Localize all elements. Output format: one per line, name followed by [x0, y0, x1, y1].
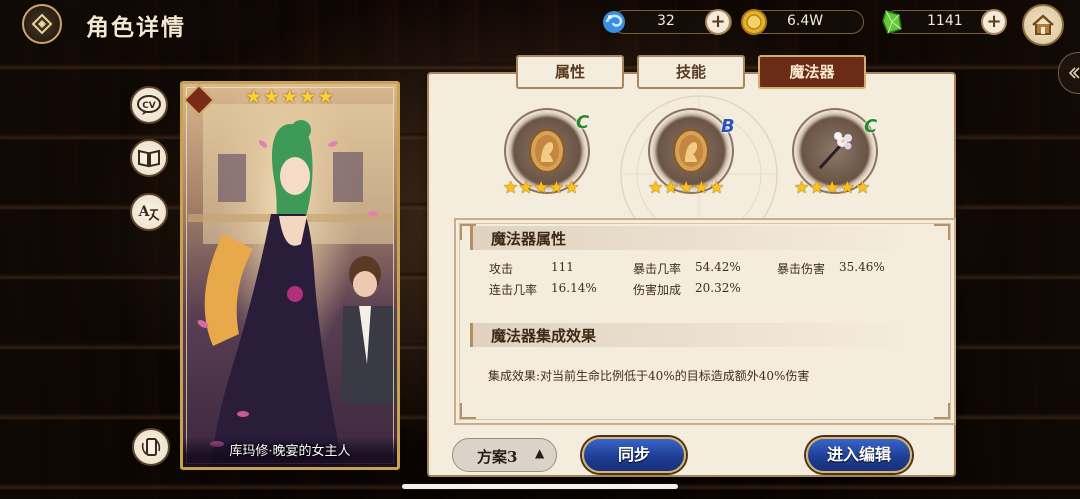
tab-attributes[interactable]: 属性 — [516, 55, 624, 89]
stat-label: 暴击几率 — [633, 262, 682, 276]
card-star-rating: ★★★★★ — [245, 86, 336, 108]
attributes-section-header: 魔法器属性 — [470, 226, 913, 250]
artifact-stars-1: ★★★★★ — [503, 178, 580, 198]
plan-select-dropdown[interactable]: 方案3 ▲ — [452, 438, 557, 472]
translate-icon: A — [138, 204, 160, 221]
double-chevron-left-icon — [1068, 67, 1080, 79]
rotate-view-button[interactable] — [132, 428, 170, 466]
top-bar: 角色详情 32 + 6.4W 1141 + — [0, 0, 1080, 48]
character-card[interactable]: ★★★★★ 库玛修·晚宴的女主人 — [180, 81, 400, 470]
set-effect-description: 集成效果:对当前生命比例低于40%的目标造成额外40%伤害 — [488, 369, 810, 383]
green-crystal-icon — [882, 10, 902, 34]
stat-value: 54.42% — [695, 260, 741, 274]
stat-label: 攻击 — [489, 262, 514, 276]
artifact-info-box: 魔法器属性 攻击 111 暴击几率 54.42% 暴击伤害 35.46% 连击几… — [454, 218, 956, 425]
tab-skills[interactable]: 技能 — [637, 55, 745, 89]
gold-cameo-icon — [529, 129, 565, 173]
tab-label: 技能 — [675, 63, 706, 81]
resource-blue-gem: 32 + — [603, 9, 732, 35]
back-button[interactable] — [22, 4, 62, 44]
artifact-grade-2: B — [721, 116, 735, 137]
resource-value: 32 — [657, 13, 675, 29]
frame-corner — [460, 403, 476, 419]
stat-value: 16.14% — [551, 281, 597, 295]
resource-gold-coin: 6.4W — [741, 9, 864, 35]
tab-artifacts[interactable]: 魔法器 — [758, 55, 866, 89]
resource-green-crystal: 1141 + — [882, 9, 1007, 35]
stat-value: 35.46% — [839, 260, 885, 274]
stat-label: 连击几率 — [489, 283, 538, 297]
page-title: 角色详情 — [86, 14, 186, 41]
stat-value: 20.32% — [695, 281, 741, 295]
frame-corner — [934, 403, 950, 419]
character-name: 库玛修·晚宴的女主人 — [229, 444, 351, 459]
frame-corner — [934, 224, 950, 240]
stat-label: 暴击伤害 — [777, 262, 826, 276]
tab-label: 属性 — [554, 63, 585, 81]
resource-value: 1141 — [927, 13, 963, 29]
triangle-up-icon: ▲ — [535, 446, 545, 460]
gold-cameo-icon — [673, 129, 709, 173]
cv-icon: CV — [137, 95, 161, 115]
book-icon — [138, 149, 160, 168]
flower-wand-icon — [818, 132, 852, 170]
set-effect-section-header: 魔法器集成效果 — [470, 323, 913, 347]
svg-text:CV: CV — [142, 101, 156, 111]
translate-button[interactable]: A — [130, 193, 168, 231]
home-button[interactable] — [1022, 4, 1064, 46]
stat-label: 伤害加成 — [633, 283, 682, 297]
cv-button[interactable]: CV — [130, 86, 168, 124]
stat-value: 111 — [551, 260, 574, 274]
add-blue-gem-button[interactable]: + — [705, 9, 731, 35]
home-icon — [1032, 14, 1054, 35]
sync-button[interactable]: 同步 — [582, 437, 686, 473]
section-title: 魔法器集成效果 — [491, 327, 597, 345]
card-frame — [186, 87, 394, 464]
artifact-grade-3: C — [864, 116, 878, 137]
artifact-stars-3: ★★★★★ — [794, 178, 871, 198]
artifact-stars-2: ★★★★★ — [648, 178, 725, 198]
story-book-button[interactable] — [130, 139, 168, 177]
home-indicator-bar — [402, 484, 678, 489]
section-title: 魔法器属性 — [491, 230, 567, 248]
artifact-grade-1: C — [576, 112, 590, 133]
enter-edit-button[interactable]: 进入编辑 — [806, 437, 912, 473]
plan-label: 方案3 — [477, 448, 518, 466]
tab-label: 魔法器 — [789, 63, 835, 81]
blue-swirl-gem-icon — [603, 11, 625, 33]
back-diamond-icon — [31, 13, 53, 35]
gold-coin-icon — [741, 9, 767, 35]
add-green-crystal-button[interactable]: + — [981, 9, 1007, 35]
rotate-phone-icon — [141, 438, 161, 456]
resource-value: 6.4W — [787, 13, 824, 29]
svg-text:A: A — [138, 204, 151, 220]
